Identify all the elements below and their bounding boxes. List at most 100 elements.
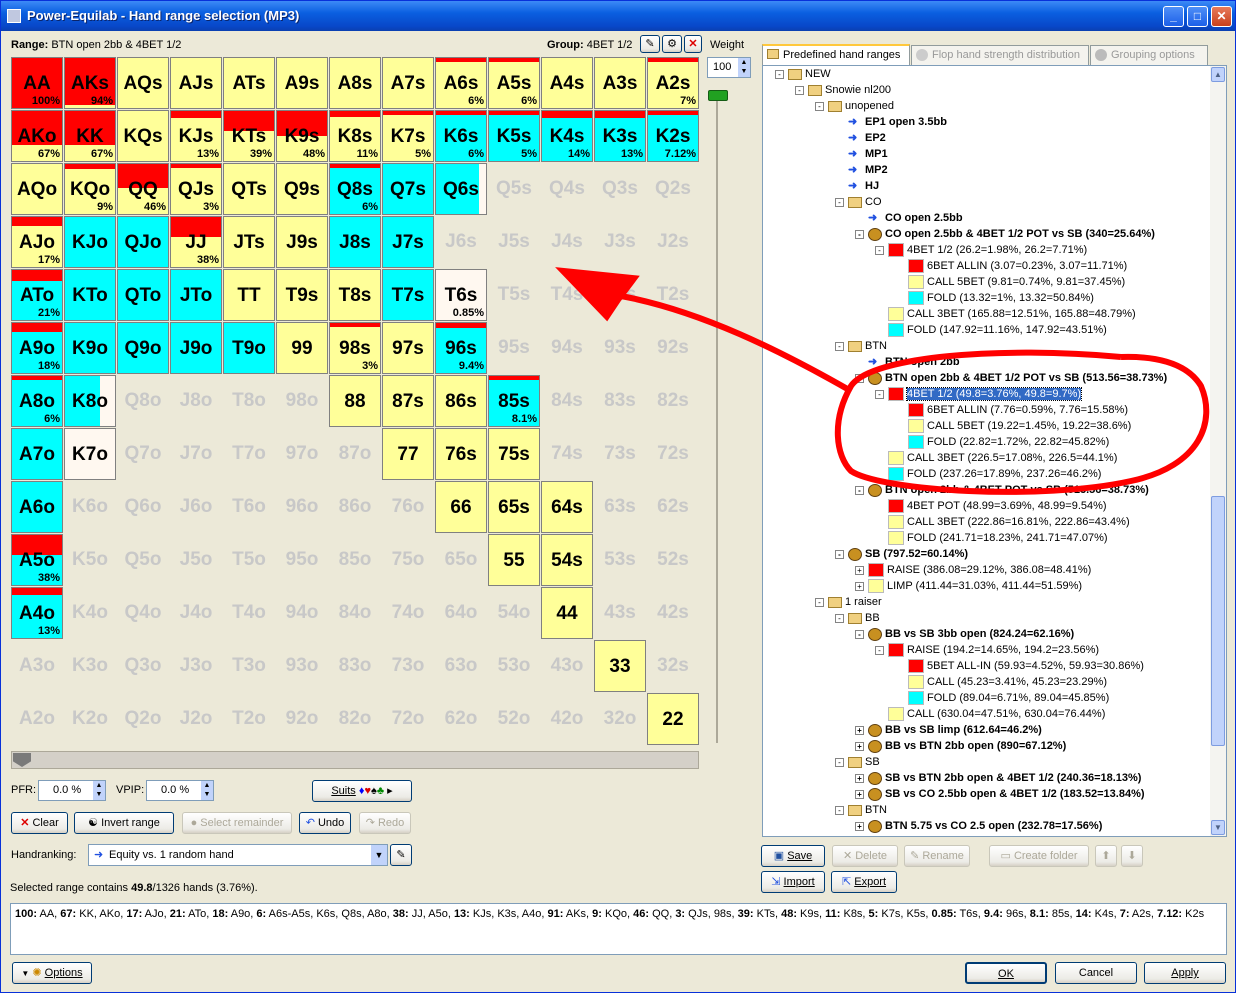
pfr-spinner[interactable]: ▲ ▼ xyxy=(93,781,105,800)
tree-scroll-thumb[interactable] xyxy=(1211,496,1225,746)
hand-cell[interactable]: K9o xyxy=(64,322,116,374)
hand-cell[interactable]: 92s xyxy=(647,322,699,374)
hand-cell[interactable]: QTs xyxy=(223,163,275,215)
hand-cell[interactable]: AA 100% xyxy=(11,57,63,109)
expand-icon[interactable]: + xyxy=(855,581,864,591)
minimize-button[interactable]: _ xyxy=(1163,6,1184,27)
export-button[interactable]: ⇱ Export xyxy=(831,871,897,893)
hand-cell[interactable]: 82o xyxy=(329,693,381,745)
collapse-icon[interactable]: - xyxy=(835,805,844,815)
tree-item[interactable]: - BTN xyxy=(835,338,887,354)
tree-item[interactable]: - 1 raiser xyxy=(815,594,882,610)
delete-button[interactable]: ✕ Delete xyxy=(832,845,898,867)
tree-item[interactable]: 6BET ALLIN (7.76=0.59%, 7.76=15.58%) xyxy=(895,402,1128,418)
hand-cell[interactable]: KTs 39% xyxy=(223,110,275,162)
tree-item[interactable]: - BB xyxy=(835,610,880,626)
hand-cell[interactable]: 98s 3% xyxy=(329,322,381,374)
tab-grouping-options[interactable]: Grouping options xyxy=(1090,45,1208,65)
hand-cell[interactable]: 64s xyxy=(541,481,593,533)
hand-cell[interactable]: K2s 7.12% xyxy=(647,110,699,162)
hand-cell[interactable]: 52o xyxy=(488,693,540,745)
hand-cell[interactable]: Q6o xyxy=(117,481,169,533)
hand-cell[interactable]: 97s xyxy=(382,322,434,374)
edit-handranking-button[interactable]: ✎ xyxy=(390,844,412,866)
weight-spinner[interactable]: ▲ ▼ xyxy=(738,58,750,77)
hand-cell[interactable]: ATo 21% xyxy=(11,269,63,321)
hand-cell[interactable]: K7s 5% xyxy=(382,110,434,162)
hand-cell[interactable]: A3s xyxy=(594,57,646,109)
hand-cell[interactable]: Q8o xyxy=(117,375,169,427)
expand-icon[interactable]: + xyxy=(855,773,864,783)
tree-item[interactable]: CALL (630.04=47.51%, 630.04=76.44%) xyxy=(875,706,1105,722)
tree-item[interactable]: - RAISE (194.2=14.65%, 194.2=23.56%) xyxy=(875,642,1099,658)
hand-cell[interactable]: T6s 0.85% xyxy=(435,269,487,321)
collapse-icon[interactable]: - xyxy=(795,85,804,95)
vpip-spinner[interactable]: ▲ ▼ xyxy=(201,781,213,800)
edit-group-button[interactable]: ✎ xyxy=(640,35,660,53)
hand-cell[interactable]: K6o xyxy=(64,481,116,533)
hand-cell[interactable]: JJ 38% xyxy=(170,216,222,268)
delete-group-button[interactable]: ✕ xyxy=(684,35,702,53)
hand-cell[interactable]: 64o xyxy=(435,587,487,639)
tab-predefined-hand-ranges[interactable]: Predefined hand ranges xyxy=(762,44,910,66)
hand-cell[interactable]: 33 xyxy=(594,640,646,692)
tree-item[interactable]: ➜ EP1 open 3.5bb xyxy=(835,114,947,130)
hand-cell[interactable]: 65o xyxy=(435,534,487,586)
hand-cell[interactable]: K4o xyxy=(64,587,116,639)
undo-button[interactable]: ↶ Undo xyxy=(299,812,351,834)
hand-cell[interactable]: T6o xyxy=(223,481,275,533)
hand-cell[interactable]: Q8s 6% xyxy=(329,163,381,215)
hand-cell[interactable]: 84o xyxy=(329,587,381,639)
tree-item[interactable]: - SB xyxy=(835,754,880,770)
collapse-icon[interactable]: - xyxy=(855,485,864,495)
tree-item[interactable]: - 4BET 1/2 (49.8=3.76%, 49.8=9.7%) xyxy=(875,386,1083,402)
weight-slider-thumb[interactable] xyxy=(708,90,728,101)
hand-cell[interactable]: 83s xyxy=(594,375,646,427)
tree-item[interactable]: ➜ BTN open 2bb xyxy=(855,354,960,370)
hand-cell[interactable]: 77 xyxy=(382,428,434,480)
tree-item[interactable]: - unopened xyxy=(815,98,894,114)
hand-cell[interactable]: KK 67% xyxy=(64,110,116,162)
move-down-button[interactable]: ⬇ xyxy=(1121,845,1143,867)
hscroll-thumb[interactable] xyxy=(13,753,31,767)
title-bar[interactable]: Power-Equilab - Hand range selection (MP… xyxy=(1,1,1235,31)
apply-button[interactable]: Apply xyxy=(1144,962,1226,984)
collapse-icon[interactable]: - xyxy=(775,69,784,79)
hand-cell[interactable]: J2o xyxy=(170,693,222,745)
hand-cell[interactable]: 82s xyxy=(647,375,699,427)
hand-cell[interactable]: 98o xyxy=(276,375,328,427)
chevron-down-icon[interactable]: ▼ xyxy=(371,845,387,865)
hand-cell[interactable]: J5s xyxy=(488,216,540,268)
hand-cell[interactable]: KJs 13% xyxy=(170,110,222,162)
hand-cell[interactable]: 76s xyxy=(435,428,487,480)
tree-item[interactable]: - BB vs SB 3bb open (824.24=62.16%) xyxy=(855,626,1074,642)
hand-cell[interactable]: QTo xyxy=(117,269,169,321)
hand-cell[interactable]: 32s xyxy=(647,640,699,692)
tree-vscroll[interactable]: ▲ ▼ xyxy=(1210,66,1226,836)
redo-button[interactable]: ↷ Redo xyxy=(359,812,411,834)
range-summary-text[interactable]: 100: AA, 67: KK, AKo, 17: AJo, 21: ATo, … xyxy=(10,903,1227,955)
tree-item[interactable]: + SB vs BTN 2bb open & 4BET 1/2 (240.36=1… xyxy=(855,770,1141,786)
hand-cell[interactable]: 86o xyxy=(329,481,381,533)
hand-cell[interactable]: A6s 6% xyxy=(435,57,487,109)
hand-cell[interactable]: K3s 13% xyxy=(594,110,646,162)
hscroll-track[interactable] xyxy=(11,751,699,769)
import-button[interactable]: ⇲ Import xyxy=(761,871,825,893)
collapse-icon[interactable]: - xyxy=(875,245,884,255)
tree-item[interactable]: - NEW xyxy=(775,66,831,82)
tree-item[interactable]: - Snowie nl200 xyxy=(795,82,891,98)
hand-cell[interactable]: A9s xyxy=(276,57,328,109)
collapse-icon[interactable]: - xyxy=(875,645,884,655)
hand-cell[interactable]: 63s xyxy=(594,481,646,533)
hand-cell[interactable]: 95s xyxy=(488,322,540,374)
hand-cell[interactable]: 43s xyxy=(594,587,646,639)
tree-item[interactable]: - BTN open 2bb & 4BET 1/2 POT vs SB (513.… xyxy=(855,370,1167,386)
hand-cell[interactable]: 96s 9.4% xyxy=(435,322,487,374)
hand-cell[interactable]: 92o xyxy=(276,693,328,745)
pfr-input[interactable]: 0.0 % ▲ ▼ xyxy=(38,780,106,801)
tree-item[interactable]: CALL (45.23=3.41%, 45.23=23.29%) xyxy=(895,674,1107,690)
tree-item[interactable]: ➜ HJ xyxy=(835,178,879,194)
hand-cell[interactable]: J7s xyxy=(382,216,434,268)
hand-cell[interactable]: J5o xyxy=(170,534,222,586)
hand-cell[interactable]: AJs xyxy=(170,57,222,109)
